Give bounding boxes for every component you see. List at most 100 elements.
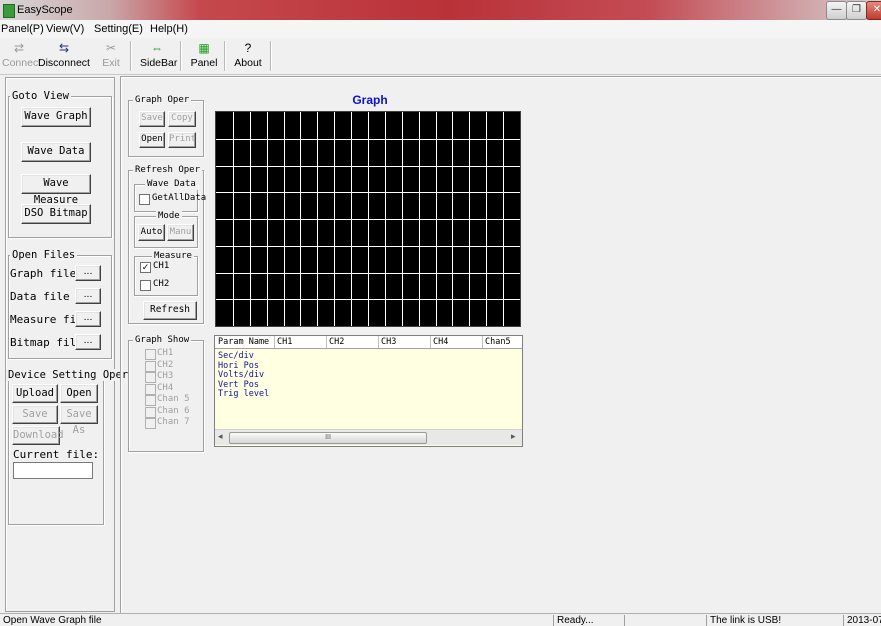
column-divider[interactable]	[274, 336, 275, 348]
minimize-button[interactable]: —	[826, 1, 847, 20]
device-save-as-button[interactable]: Save As	[60, 405, 98, 436]
status-ready: Ready...	[553, 615, 623, 626]
scroll-left-icon[interactable]: ◂	[218, 431, 223, 442]
graph-show-checkbox[interactable]	[145, 418, 156, 429]
graph-copy-button[interactable]: Copy	[168, 111, 196, 127]
column-header[interactable]: CH3	[381, 337, 396, 347]
toolbar-separator	[224, 41, 226, 71]
graph-show-checkbox[interactable]	[145, 349, 156, 360]
status-message: Open Wave Graph file	[3, 615, 102, 626]
menu-bar: Panel(P) View(V) Setting(E) Help(H)	[0, 20, 881, 39]
help-icon: ?	[244, 41, 252, 55]
column-header[interactable]: CH2	[329, 337, 344, 347]
graph-show-label-item: Chan 7	[157, 417, 190, 427]
status-link: The link is USB!	[706, 615, 842, 626]
device-open-button[interactable]: Open	[60, 384, 98, 403]
scroll-thumb[interactable]: III	[229, 432, 427, 444]
table-row: Trig level	[218, 389, 270, 399]
bitmap-file-label: Bitmap file	[10, 336, 83, 349]
maximize-button[interactable]: ❐	[846, 1, 867, 20]
get-all-data-checkbox[interactable]	[139, 194, 150, 205]
graph-show-label-item: CH4	[157, 382, 174, 393]
wave-graph-button[interactable]: Wave Graph	[21, 107, 91, 127]
graph-print-button[interactable]: Print	[168, 132, 196, 148]
connect-button[interactable]: ⇄ Connect	[2, 40, 41, 72]
auto-mode-button[interactable]: Auto	[138, 224, 165, 241]
about-button[interactable]: ? About	[232, 40, 264, 72]
toolbar-separator	[130, 41, 132, 71]
graph-oper-label: Graph Oper	[133, 94, 192, 106]
column-divider[interactable]	[378, 336, 379, 348]
wave-measure-button[interactable]: Wave Measure	[21, 174, 91, 206]
graph-file-browse-button[interactable]: ...	[75, 265, 101, 281]
dso-bitmap-button[interactable]: DSO Bitmap	[21, 204, 91, 224]
connect-icon: ⇄	[13, 41, 25, 55]
measure-file-browse-button[interactable]: ...	[75, 311, 101, 327]
device-setting-label: Device Setting Oper	[6, 369, 131, 381]
graph-open-button[interactable]: Open	[139, 132, 165, 148]
disconnect-icon: ⇆	[58, 41, 70, 55]
graph-show-checkbox[interactable]	[145, 360, 156, 372]
title-bar: EasyScope — ❐ ✕	[0, 0, 881, 20]
graph-show-checkbox[interactable]	[145, 372, 156, 383]
graph-show-label: Graph Show	[133, 334, 192, 346]
app-icon	[3, 4, 15, 18]
graph-show-label-item: Chan 5	[157, 394, 190, 404]
column-header[interactable]: CH1	[277, 337, 292, 347]
panel-button[interactable]: ▦ Panel	[188, 40, 220, 72]
column-header[interactable]: Chan5	[485, 337, 511, 347]
table-row: Sec/div	[218, 351, 254, 361]
data-file-browse-button[interactable]: ...	[75, 288, 101, 304]
column-divider[interactable]	[326, 336, 327, 348]
graph-title: Graph	[352, 93, 388, 107]
table-row: Volts/div	[218, 370, 265, 380]
graph-oper-group	[128, 100, 204, 157]
refresh-button[interactable]: Refresh	[143, 301, 197, 320]
menu-help[interactable]: Help(H)	[150, 23, 188, 35]
measure-ch1-checkbox[interactable]: ✓	[140, 262, 151, 273]
column-divider[interactable]	[430, 336, 431, 348]
toolbar: ⇄ Connect ⇆ Disconnect ✂ Exit ⇔ SideBar …	[0, 38, 881, 75]
toolbar-separator	[180, 41, 182, 71]
upload-button[interactable]: Upload	[12, 384, 58, 403]
graph-file-label: Graph file	[10, 267, 77, 280]
toolbar-separator	[270, 41, 272, 71]
close-button[interactable]: ✕	[866, 1, 881, 20]
bitmap-file-browse-button[interactable]: ...	[75, 334, 101, 350]
table-header: Param Name CH1 CH2 CH3 CH4 Chan5	[215, 336, 522, 349]
measure-ch1-label: CH1	[153, 261, 170, 271]
graph-show-checkbox[interactable]	[145, 383, 156, 395]
menu-view[interactable]: View(V)	[46, 23, 84, 35]
graph-show-checkbox[interactable]	[145, 406, 156, 418]
manu-mode-button[interactable]: Manu	[167, 224, 194, 241]
current-file-label: Current file:	[13, 448, 100, 461]
measure-ch2-checkbox[interactable]	[140, 280, 151, 291]
current-file-field[interactable]	[13, 462, 93, 479]
measure-ch2-label: CH2	[153, 279, 170, 289]
graph-canvas	[215, 111, 521, 327]
wave-data-button[interactable]: Wave Data	[21, 142, 91, 162]
status-bar: Open Wave Graph file Ready... The link i…	[0, 613, 881, 626]
menu-panel[interactable]: Panel(P)	[1, 23, 44, 35]
sidebar-button[interactable]: ⇔ SideBar	[140, 40, 177, 72]
graph-show-label-item: Chan 6	[157, 405, 190, 416]
column-header[interactable]: CH4	[433, 337, 448, 347]
table-row: Hori Pos	[218, 360, 259, 371]
device-save-button[interactable]: Save	[12, 405, 58, 424]
graph-show-label-item: CH2	[157, 359, 174, 370]
graph-save-button[interactable]: Save	[139, 111, 165, 127]
graph-show-checkbox[interactable]	[145, 395, 156, 406]
refresh-oper-label: Refresh Oper	[133, 164, 203, 176]
status-date: 2013-07-2	[843, 615, 881, 626]
scroll-right-icon[interactable]: ▸	[511, 431, 516, 442]
goto-view-label: Goto View	[10, 90, 71, 102]
exit-button[interactable]: ✂ Exit	[98, 40, 124, 72]
menu-setting[interactable]: Setting(E)	[94, 23, 143, 35]
graph-show-label-item: CH3	[157, 371, 174, 381]
download-button[interactable]: Download	[12, 426, 64, 445]
disconnect-button[interactable]: ⇆ Disconnect	[38, 40, 90, 72]
horizontal-scrollbar[interactable]: ◂ III ▸	[215, 429, 522, 445]
column-divider[interactable]	[482, 336, 483, 348]
column-header[interactable]: Param Name	[218, 337, 269, 347]
mode-sublabel: Mode	[156, 210, 182, 222]
